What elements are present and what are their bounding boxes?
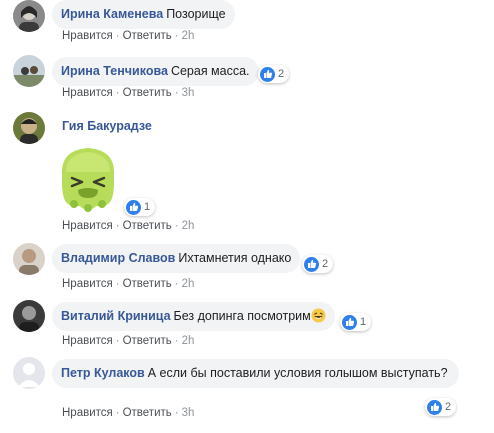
comment-actions: Нравится · Ответить · 2h <box>62 335 195 347</box>
reaction-count-value: 2 <box>445 401 452 413</box>
reaction-count[interactable]: 2 <box>302 255 334 273</box>
avatar[interactable] <box>13 300 45 332</box>
comment-bubble: Петр Кулаков А если бы поставили условия … <box>52 359 459 388</box>
reaction-count-value: 2 <box>278 68 285 80</box>
comment-author[interactable]: Петр Кулаков <box>61 366 145 380</box>
reply-link[interactable]: Ответить <box>123 278 172 290</box>
like-icon <box>342 314 357 330</box>
reaction-count-value: 1 <box>144 201 151 213</box>
like-link[interactable]: Нравится <box>62 335 113 347</box>
like-link[interactable]: Нравится <box>62 87 113 99</box>
avatar[interactable] <box>13 112 45 144</box>
reaction-count-value: 2 <box>322 258 329 270</box>
comment-author[interactable]: Гия Бакурадзе <box>62 119 152 133</box>
comment-bubble: Виталий Криница Без допинга посмотрим <box>52 302 335 331</box>
reaction-count[interactable]: 2 <box>425 398 457 416</box>
comment-actions: Нравится · Ответить · 2h <box>62 278 195 290</box>
timestamp[interactable]: 2h <box>182 278 195 290</box>
timestamp[interactable]: 2h <box>182 335 195 347</box>
comment-author[interactable]: Ирина Каменева <box>61 7 163 21</box>
reaction-count[interactable]: 1 <box>124 198 156 216</box>
comment-actions: Нравится · Ответить · 2h <box>62 220 195 232</box>
comment-author[interactable]: Владимир Славов <box>61 251 175 265</box>
reaction-count-value: 1 <box>360 316 367 328</box>
sick-face-sticker <box>52 142 124 214</box>
reply-link[interactable]: Ответить <box>123 407 172 419</box>
like-link[interactable]: Нравится <box>62 220 113 232</box>
timestamp[interactable]: 2h <box>182 30 195 42</box>
comment-text: Позорище <box>166 7 226 21</box>
comment-text: Серая масса. <box>170 64 250 78</box>
like-link[interactable]: Нравится <box>62 278 113 290</box>
reply-link[interactable]: Ответить <box>123 335 172 347</box>
laughing-emoji-icon <box>311 308 326 323</box>
reaction-count[interactable]: 1 <box>340 313 372 331</box>
avatar[interactable] <box>13 0 45 32</box>
reply-link[interactable]: Ответить <box>123 220 172 232</box>
like-icon <box>126 199 141 215</box>
like-icon <box>260 66 275 82</box>
comment-author[interactable]: Ирина Тенчикова <box>61 64 168 78</box>
comment-actions: Нравится · Ответить · 3h <box>62 407 195 419</box>
avatar[interactable] <box>13 243 45 275</box>
timestamp[interactable]: 3h <box>182 407 195 419</box>
comment-text: Без допинга посмотрим <box>173 309 311 323</box>
like-icon <box>427 399 442 415</box>
avatar[interactable] <box>13 55 45 87</box>
comment-author[interactable]: Виталий Криница <box>61 309 171 323</box>
like-icon <box>304 256 319 272</box>
like-link[interactable]: Нравится <box>62 30 113 42</box>
reply-link[interactable]: Ответить <box>123 30 172 42</box>
comment-actions: Нравится · Ответить · 2h <box>62 30 195 42</box>
like-link[interactable]: Нравится <box>62 407 113 419</box>
comment-actions: Нравится · Ответить · 3h <box>62 87 195 99</box>
comment-text: Ихтамнетия однако <box>178 251 292 265</box>
comment-bubble: Ирина Тенчикова Серая масса. <box>52 57 259 86</box>
timestamp[interactable]: 2h <box>182 220 195 232</box>
comment-bubble: Владимир Славов Ихтамнетия однако <box>52 244 301 273</box>
reaction-count[interactable]: 2 <box>258 65 290 83</box>
comment-text: А если бы поставили условия голышом выст… <box>147 366 448 380</box>
comment-bubble: Ирина Каменева Позорище <box>52 0 235 29</box>
comment-author-row: Гия Бакурадзе <box>62 119 155 133</box>
timestamp[interactable]: 3h <box>182 87 195 99</box>
avatar[interactable] <box>13 357 45 389</box>
reply-link[interactable]: Ответить <box>123 87 172 99</box>
